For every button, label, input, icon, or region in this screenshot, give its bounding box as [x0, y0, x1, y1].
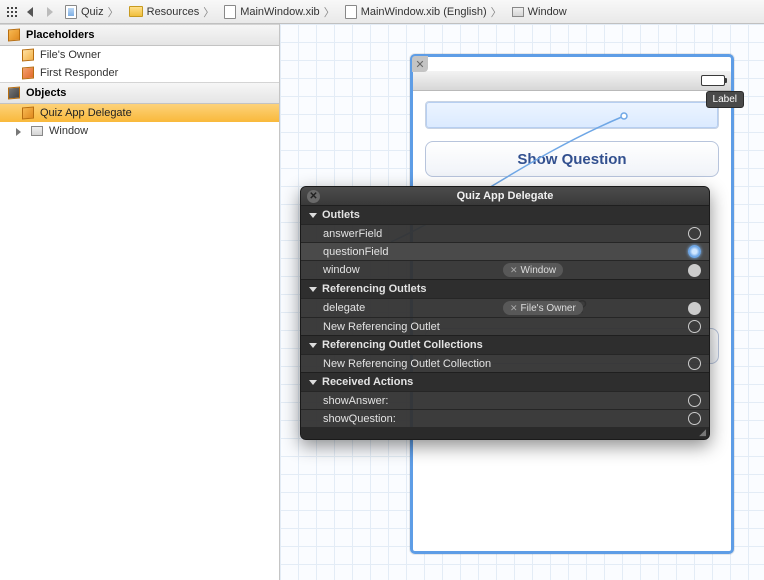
section-title: Objects — [26, 87, 66, 99]
tree-item-quiz-app-delegate[interactable]: Quiz App Delegate — [0, 104, 279, 122]
connection-well[interactable] — [688, 227, 701, 240]
action-showanswer[interactable]: showAnswer: — [301, 391, 709, 409]
hud-section-actions[interactable]: Received Actions — [301, 372, 709, 391]
chevron-down-icon — [309, 380, 317, 385]
resize-grip[interactable]: ◢ — [301, 427, 709, 439]
ib-canvas[interactable]: ✕ Label Show Question ??? Show Answer ✕ … — [280, 24, 764, 580]
tree-item-label: File's Owner — [40, 49, 101, 61]
cube-icon — [22, 66, 34, 79]
breadcrumb-label: Resources — [147, 6, 200, 18]
connection-well[interactable] — [688, 320, 701, 333]
outlet-name: New Referencing Outlet — [323, 321, 503, 333]
breadcrumb-item[interactable]: MainWindow.xib (English) 〉 — [342, 4, 505, 20]
hud-title-label: Quiz App Delegate — [457, 190, 554, 202]
hud-section-ref-outlets[interactable]: Referencing Outlets — [301, 279, 709, 298]
connection-well[interactable] — [688, 357, 701, 370]
document-outline: Placeholders File's Owner First Responde… — [0, 24, 280, 580]
outlet-questionfield[interactable]: questionField — [301, 242, 709, 260]
breadcrumb-item[interactable]: Quiz 〉 — [62, 4, 122, 20]
tree-item-window[interactable]: Window — [0, 122, 279, 140]
project-icon — [65, 5, 77, 19]
chevron-down-icon — [309, 213, 317, 218]
connection-well[interactable] — [688, 245, 701, 258]
section-label: Referencing Outlet Collections — [322, 339, 483, 351]
ref-outlet-delegate[interactable]: delegate ✕File's Owner — [301, 298, 709, 317]
section-title: Placeholders — [26, 29, 94, 41]
connection-well[interactable] — [688, 264, 701, 277]
question-label-field[interactable]: Label — [425, 101, 719, 129]
outlet-name: answerField — [323, 228, 503, 240]
connections-panel[interactable]: ✕ Quiz App Delegate Outlets answerField … — [300, 186, 710, 440]
disclosure-icon[interactable] — [16, 127, 25, 136]
show-question-button[interactable]: Show Question — [425, 141, 719, 177]
tree-item-label: First Responder — [40, 67, 118, 79]
battery-icon — [701, 75, 725, 86]
folder-icon — [129, 6, 143, 17]
breadcrumb-item[interactable]: Resources 〉 — [126, 4, 218, 20]
connection-dest-label: Window — [521, 265, 557, 276]
jump-bar: Quiz 〉 Resources 〉 MainWindow.xib 〉 Main… — [0, 0, 764, 24]
xib-icon — [224, 5, 236, 19]
xib-icon — [345, 5, 357, 19]
ref-collection-new[interactable]: New Referencing Outlet Collection — [301, 354, 709, 372]
objects-icon — [8, 86, 20, 99]
connection-dest-label: File's Owner — [521, 303, 576, 314]
chevron-down-icon — [309, 343, 317, 348]
placeholders-section-header[interactable]: Placeholders — [0, 24, 279, 46]
window-icon — [512, 7, 524, 17]
outlet-name: delegate — [323, 302, 503, 314]
objects-section-header[interactable]: Objects — [0, 82, 279, 104]
nav-back-button[interactable] — [22, 5, 38, 19]
ref-outlet-new[interactable]: New Referencing Outlet — [301, 317, 709, 335]
close-window-button[interactable]: ✕ — [412, 56, 428, 72]
action-name: showQuestion: — [323, 413, 503, 425]
connection-pill[interactable]: ✕Window — [503, 263, 563, 277]
cube-icon — [22, 48, 34, 61]
outlet-name: New Referencing Outlet Collection — [323, 358, 503, 370]
tree-item-files-owner[interactable]: File's Owner — [0, 46, 279, 64]
hud-title-bar[interactable]: ✕ Quiz App Delegate — [301, 187, 709, 205]
section-label: Outlets — [322, 209, 360, 221]
breadcrumb-label: MainWindow.xib (English) — [361, 6, 487, 18]
connection-well[interactable] — [688, 302, 701, 315]
chevron-down-icon — [309, 287, 317, 292]
outlet-answerfield[interactable]: answerField — [301, 224, 709, 242]
placeholders-icon — [8, 28, 20, 41]
section-label: Received Actions — [322, 376, 413, 388]
outlet-name: window — [323, 264, 503, 276]
breadcrumb-item[interactable]: Window — [509, 6, 570, 18]
close-icon[interactable]: ✕ — [307, 190, 320, 203]
tree-item-label: Window — [49, 125, 88, 137]
nav-forward-button[interactable] — [42, 5, 58, 19]
outlet-name: questionField — [323, 246, 503, 258]
action-name: showAnswer: — [323, 395, 503, 407]
hud-section-ref-collections[interactable]: Referencing Outlet Collections — [301, 335, 709, 354]
cube-icon — [22, 106, 34, 119]
section-label: Referencing Outlets — [322, 283, 427, 295]
status-bar — [413, 71, 731, 91]
connection-pill[interactable]: ✕File's Owner — [503, 301, 583, 315]
breadcrumb-label: Window — [528, 6, 567, 18]
window-icon — [31, 126, 43, 136]
breadcrumb-label: Quiz — [81, 6, 104, 18]
label-tooltip: Label — [706, 91, 744, 108]
hud-section-outlets[interactable]: Outlets — [301, 205, 709, 224]
tree-item-label: Quiz App Delegate — [40, 107, 132, 119]
tree-item-first-responder[interactable]: First Responder — [0, 64, 279, 82]
outlet-window[interactable]: window ✕Window — [301, 260, 709, 279]
action-showquestion[interactable]: showQuestion: — [301, 409, 709, 427]
connection-well[interactable] — [688, 412, 701, 425]
breadcrumb-label: MainWindow.xib — [240, 6, 319, 18]
connection-well[interactable] — [688, 394, 701, 407]
related-items-icon[interactable] — [6, 6, 18, 18]
breadcrumb-item[interactable]: MainWindow.xib 〉 — [221, 4, 337, 20]
